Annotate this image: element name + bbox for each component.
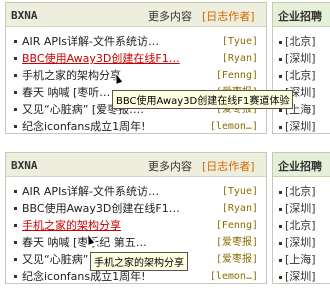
job-item[interactable]: [深圳]	[279, 200, 316, 217]
jobs-list: [北京] [深圳] [北京] [深圳] [上海] [深圳]	[279, 33, 316, 135]
bullet-icon	[14, 108, 17, 111]
post-link[interactable]: BBC使用Away3D创建在线F1…	[22, 200, 180, 217]
box-title: BXNA	[11, 159, 38, 172]
bullet-icon	[279, 57, 282, 61]
author-link[interactable]: [Tyue]	[222, 33, 258, 50]
jobs-list: [北京] [深圳] [北京] [深圳] [上海] [深圳]	[279, 183, 316, 285]
job-item[interactable]: [北京]	[279, 33, 316, 50]
jobs-box: 企业招聘 [北京] [深圳] [北京] [深圳] [上海] [深圳]	[272, 152, 330, 284]
post-link[interactable]: AIR APIs详解-文件系统访…	[22, 183, 159, 200]
list-item: 纪念iconfans成立1周年! [lemon…]	[14, 118, 262, 135]
post-link[interactable]: 纪念iconfans成立1周年!	[22, 118, 146, 135]
job-item[interactable]: [北京]	[279, 67, 316, 84]
link-tooltip: 手机之家的架构分享	[90, 252, 188, 271]
list-item: AIR APIs详解-文件系统访… [Tyue]	[14, 33, 262, 50]
job-item[interactable]: [深圳]	[279, 118, 316, 135]
blog-authors-link[interactable]: [日志作者]	[202, 158, 255, 174]
bullet-icon	[279, 224, 282, 228]
bullet-icon	[14, 190, 17, 193]
post-link-hovered[interactable]: BBC使用Away3D创建在线F1…	[22, 50, 180, 67]
box-header: BXNA 更多内容 [日志作者]	[6, 3, 266, 27]
more-content-link[interactable]: 更多内容	[148, 8, 192, 24]
list-item: BBC使用Away3D创建在线F1… [Ryan]	[14, 200, 262, 217]
post-link[interactable]: 手机之家的架构分享	[22, 67, 121, 84]
job-item[interactable]: [深圳]	[279, 234, 316, 251]
author-link[interactable]: [爱枣报]	[216, 251, 258, 268]
bullet-icon	[14, 91, 17, 94]
bullet-icon	[279, 275, 282, 279]
link-tooltip: BBC使用Away3D创建在线F1赛道体验	[112, 90, 294, 109]
bullet-icon	[279, 125, 282, 129]
author-link[interactable]: [lemon…]	[210, 268, 258, 285]
more-content-link[interactable]: 更多内容	[148, 158, 192, 174]
bullet-icon	[279, 207, 282, 211]
list-item: AIR APIs详解-文件系统访… [Tyue]	[14, 183, 262, 200]
bullet-icon	[14, 241, 17, 244]
bullet-icon	[14, 258, 17, 261]
bullet-icon	[279, 40, 282, 44]
job-item[interactable]: [北京]	[279, 183, 316, 200]
post-link[interactable]: AIR APIs详解-文件系统访…	[22, 33, 159, 50]
author-link[interactable]: [Fenng]	[216, 217, 258, 234]
author-link[interactable]: [Ryan]	[222, 200, 258, 217]
jobs-header: 企业招聘	[273, 153, 330, 177]
author-link[interactable]: [Ryan]	[222, 50, 258, 67]
job-item[interactable]: [北京]	[279, 217, 316, 234]
job-item[interactable]: [深圳]	[279, 268, 316, 285]
jobs-title: 企业招聘	[278, 160, 322, 173]
bullet-icon	[279, 241, 282, 245]
blog-panel-top: BXNA 更多内容 [日志作者] AIR APIs详解-文件系统访… [Tyue…	[0, 2, 330, 136]
bullet-icon	[279, 74, 282, 78]
list-item: 手机之家的架构分享 [Fenng]	[14, 217, 262, 234]
bullet-icon	[14, 57, 17, 60]
box-header: BXNA 更多内容 [日志作者]	[6, 153, 266, 177]
list-item: 手机之家的架构分享 [Fenng]	[14, 67, 262, 84]
bullet-icon	[14, 275, 17, 278]
blog-authors-link[interactable]: [日志作者]	[202, 8, 255, 24]
bullet-icon	[14, 74, 17, 77]
author-link[interactable]: [lemon…]	[210, 118, 258, 135]
job-item[interactable]: [深圳]	[279, 50, 316, 67]
author-link[interactable]: [爱枣报]	[216, 234, 258, 251]
author-link[interactable]: [Tyue]	[222, 183, 258, 200]
bullet-icon	[14, 40, 17, 43]
bullet-icon	[14, 224, 17, 227]
post-link[interactable]: 春天 呐喊 [枣听…	[22, 84, 110, 101]
list-item: 春天 呐喊 [枣乐纪 第五… [爱枣报]	[14, 234, 262, 251]
bullet-icon	[279, 258, 282, 262]
list-item: BBC使用Away3D创建在线F1… [Ryan]	[14, 50, 262, 67]
blog-list-box: BXNA 更多内容 [日志作者] AIR APIs详解-文件系统访… [Tyue…	[5, 2, 267, 134]
jobs-title: 企业招聘	[278, 10, 322, 23]
post-link-hovered[interactable]: 手机之家的架构分享	[22, 217, 121, 234]
job-item[interactable]: [上海]	[279, 251, 316, 268]
author-link[interactable]: [Fenng]	[216, 67, 258, 84]
jobs-box: 企业招聘 [北京] [深圳] [北京] [深圳] [上海] [深圳]	[272, 2, 330, 134]
bullet-icon	[279, 190, 282, 194]
bullet-icon	[14, 207, 17, 210]
jobs-header: 企业招聘	[273, 3, 330, 27]
bullet-icon	[14, 125, 17, 128]
post-list: AIR APIs详解-文件系统访… [Tyue] BBC使用Away3D创建在线…	[14, 33, 262, 135]
box-title: BXNA	[11, 9, 38, 22]
